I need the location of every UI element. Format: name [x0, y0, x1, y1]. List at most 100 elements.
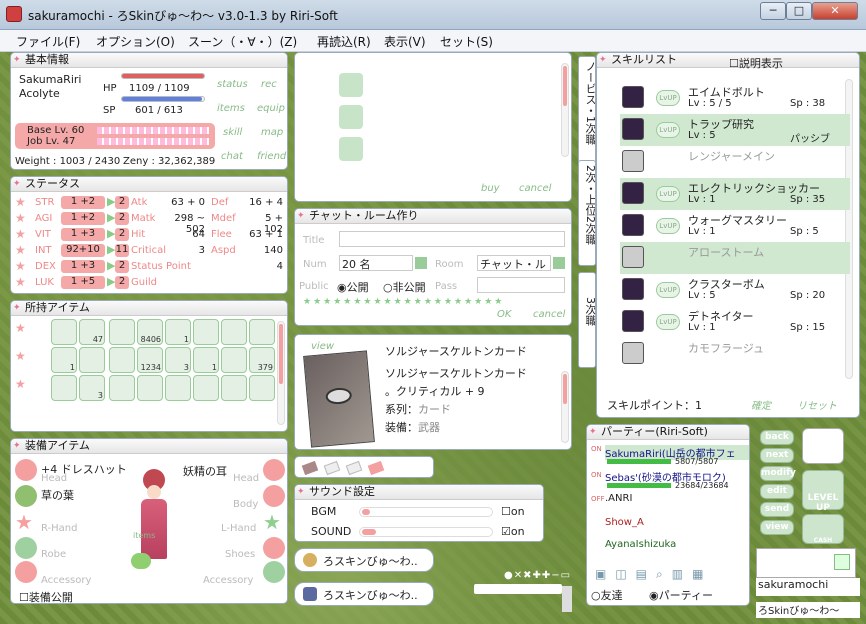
skill-row[interactable]: LvUP エイムドボルト Lv : 5 / 5 Sp : 38 — [620, 82, 850, 114]
mini-scrollbar[interactable] — [562, 586, 572, 612]
equip-body[interactable]: 草の葉 — [41, 487, 74, 503]
chat-button[interactable]: chat — [221, 151, 243, 162]
accessory-right-slot[interactable] — [263, 561, 285, 583]
party-member-3[interactable]: .ANRI — [605, 493, 632, 504]
card-tab-icon[interactable] — [301, 460, 319, 476]
body-slot-icon[interactable] — [15, 485, 37, 507]
level-up-icon[interactable]: LvUP — [656, 90, 680, 106]
skill-row[interactable]: LvUP デトネイター Lv : 1 Sp : 15 — [620, 306, 850, 338]
inventory-slot[interactable] — [221, 375, 247, 401]
inventory-slot[interactable] — [109, 347, 135, 373]
level-up-icon[interactable]: LvUP — [656, 122, 680, 138]
task-button-2[interactable]: ろスキンびゅ～わ.. — [294, 582, 434, 606]
num-dropdown[interactable] — [415, 257, 427, 269]
sound-toggle[interactable]: ☑on — [501, 525, 525, 538]
card-tab-icon[interactable] — [345, 460, 363, 476]
menu-soon[interactable]: スーン（・∀・）(Z) — [188, 33, 297, 50]
description-toggle[interactable]: ☐説明表示 — [729, 55, 783, 71]
skill-row[interactable]: アローストーム — [620, 242, 850, 274]
inventory-slot[interactable]: 379 — [249, 347, 275, 373]
level-up-icon[interactable]: LvUP — [656, 314, 680, 330]
inventory-slot[interactable] — [193, 375, 219, 401]
equip-head-right[interactable]: 妖精の耳 — [183, 463, 227, 479]
tab-novice-first[interactable]: ノービス・1次職 — [578, 56, 596, 166]
room-dropdown[interactable] — [553, 257, 565, 269]
chat-ok-button[interactable]: OK — [497, 309, 511, 320]
shop-slot[interactable] — [339, 105, 363, 129]
maximize-button[interactable]: □ — [786, 2, 812, 20]
inventory-slot[interactable]: 1 — [165, 319, 191, 345]
skill-row[interactable]: LvUP トラップ研究 Lv : 5 パッシブ — [620, 114, 850, 146]
menu-file[interactable]: ファイル(F) — [16, 33, 80, 50]
items-button[interactable]: items — [217, 103, 245, 114]
inventory-slot[interactable] — [249, 319, 275, 345]
party-member-4[interactable]: Show_A — [605, 517, 644, 528]
map-button[interactable]: map — [261, 127, 283, 138]
card-scrollbar[interactable] — [561, 371, 569, 443]
public-radio[interactable]: ◉公開 — [337, 279, 369, 295]
skill-row[interactable]: LvUP ウォーグマスタリー Lv : 1 Sp : 5 — [620, 210, 850, 242]
party-member-5[interactable]: AyanaIshizuka — [605, 539, 676, 550]
party-radio[interactable]: ◉パーティー — [649, 587, 713, 603]
ear-slot-icon[interactable] — [263, 459, 285, 481]
view-button[interactable]: view — [760, 520, 794, 535]
sound-slider[interactable] — [359, 527, 493, 537]
inventory-slot[interactable]: 1234 — [137, 347, 163, 373]
toolbar-icons[interactable]: ●✕✖✚✚−▭ — [504, 570, 571, 581]
skill-confirm-button[interactable]: 確定 — [751, 397, 771, 412]
card-tab-icon[interactable] — [367, 460, 385, 476]
menu-options[interactable]: オプション(O) — [96, 33, 175, 50]
status-button[interactable]: status — [217, 79, 248, 90]
task-button-1[interactable]: ろスキンびゅ～わ.. — [294, 548, 434, 572]
friend-radio[interactable]: ○友達 — [591, 587, 623, 603]
menu-reload[interactable]: 再読込(R) — [317, 33, 371, 50]
inventory-slot[interactable] — [51, 319, 77, 345]
menu-set[interactable]: セット(S) — [440, 33, 493, 50]
lock-icon[interactable] — [834, 554, 850, 570]
friend-button[interactable]: friend — [257, 151, 286, 162]
shop-cancel-button[interactable]: cancel — [519, 183, 551, 194]
card-view-button[interactable]: view — [311, 341, 334, 352]
skill-row[interactable]: レンジャーメイン — [620, 146, 850, 178]
skill-row[interactable]: LvUP エレクトリックショッカー Lv : 1 Sp : 35 — [620, 178, 850, 210]
inventory-scrollbar[interactable] — [277, 321, 285, 425]
back-button[interactable]: back — [760, 430, 794, 445]
num-input[interactable]: 20 名 — [339, 255, 413, 271]
rec-button[interactable]: rec — [261, 79, 277, 90]
skill-reset-button[interactable]: リセット — [797, 397, 837, 412]
shop-slot[interactable] — [339, 137, 363, 161]
inventory-slot[interactable]: 3 — [165, 347, 191, 373]
inventory-slot[interactable]: 8406 — [137, 319, 163, 345]
cash-button[interactable]: CASH — [802, 514, 844, 544]
party-toolbar-icons[interactable]: ▣◫▤⌕▥▦ — [595, 567, 745, 582]
level-up-icon[interactable]: LvUP — [656, 186, 680, 202]
skill-button[interactable]: skill — [223, 127, 242, 138]
inventory-slot[interactable]: 47 — [79, 319, 105, 345]
bgm-toggle[interactable]: ☐on — [501, 505, 525, 518]
room-input[interactable]: チャット・ルー — [477, 255, 551, 271]
edit-button[interactable]: edit — [760, 484, 794, 499]
inventory-slot[interactable] — [79, 347, 105, 373]
equip-button[interactable]: equip — [257, 103, 285, 114]
inventory-slot[interactable] — [137, 375, 163, 401]
next-button[interactable]: next — [760, 448, 794, 463]
body-right-slot[interactable] — [263, 485, 285, 507]
buy-button[interactable]: buy — [481, 183, 500, 194]
title-input[interactable] — [339, 231, 565, 247]
accessory-left-slot[interactable] — [15, 561, 37, 583]
inventory-slot[interactable] — [249, 375, 275, 401]
inventory-slot[interactable] — [221, 347, 247, 373]
equip-public-checkbox[interactable]: ☐装備公開 — [19, 589, 73, 603]
robe-slot-icon[interactable] — [15, 537, 37, 559]
pass-input[interactable] — [477, 277, 565, 293]
level-up-icon[interactable]: LvUP — [656, 282, 680, 298]
skill-row[interactable]: LvUP クラスターボム Lv : 5 Sp : 20 — [620, 274, 850, 306]
inventory-slot[interactable]: 1 — [51, 347, 77, 373]
shop-scrollbar[interactable] — [561, 63, 569, 157]
inventory-slot[interactable] — [51, 375, 77, 401]
inventory-slot[interactable]: 3 — [79, 375, 105, 401]
chat-cancel-button[interactable]: cancel — [533, 309, 565, 320]
inventory-slot[interactable] — [193, 319, 219, 345]
shoes-slot-icon[interactable] — [263, 537, 285, 559]
bgm-slider[interactable] — [359, 507, 493, 517]
